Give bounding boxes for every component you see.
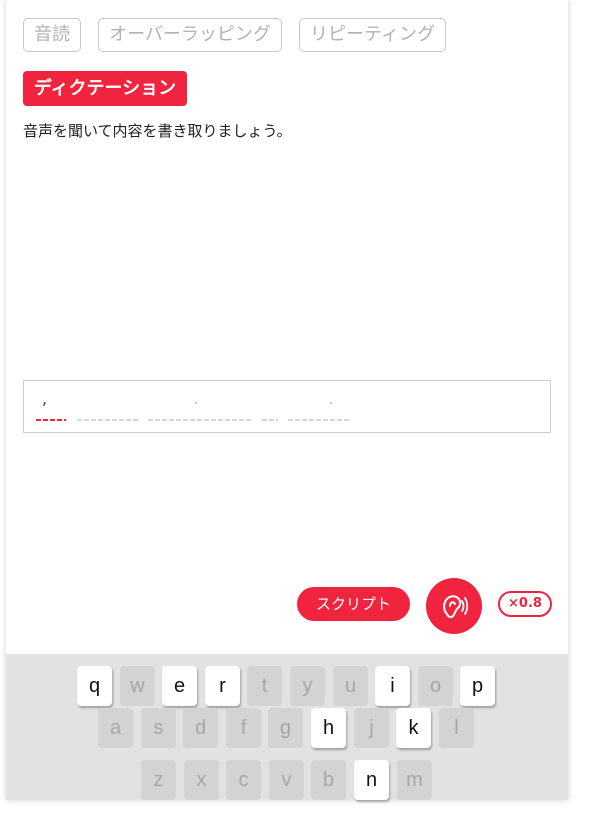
key-m[interactable]: m (397, 760, 432, 800)
key-s[interactable]: s (141, 708, 176, 748)
key-y[interactable]: y (290, 666, 325, 706)
key-t[interactable]: t (247, 666, 282, 706)
key-c[interactable]: c (226, 760, 261, 800)
key-e[interactable]: e (162, 666, 197, 706)
dictation-badge: ディクテーション (23, 71, 187, 106)
listen-button[interactable] (426, 578, 482, 634)
answer-dot (330, 402, 332, 404)
word-blank[interactable] (148, 419, 252, 421)
key-x[interactable]: x (184, 760, 219, 800)
key-n[interactable]: n (354, 760, 389, 800)
key-b[interactable]: b (311, 760, 346, 800)
word-blank[interactable] (262, 419, 278, 421)
tab-repeating[interactable]: リピーティング (299, 18, 446, 52)
tab-overlapping[interactable]: オーバーラッピング (98, 18, 282, 52)
key-i[interactable]: i (375, 666, 410, 706)
key-p[interactable]: p (460, 666, 495, 706)
dictation-card: 音読 オーバーラッピング リピーティング ディクテーション 音声を聞いて内容を書… (6, 0, 568, 800)
key-r[interactable]: r (205, 666, 240, 706)
answer-input[interactable]: , (23, 380, 551, 433)
key-d[interactable]: d (183, 708, 218, 748)
instruction-text: 音声を聞いて内容を書き取りましょう。 (23, 122, 292, 140)
answer-dot (195, 402, 197, 404)
ear-listen-icon (443, 595, 469, 619)
key-f[interactable]: f (226, 708, 261, 748)
answer-comma: , (42, 389, 48, 408)
key-g[interactable]: g (268, 708, 303, 748)
key-j[interactable]: j (354, 708, 389, 748)
key-z[interactable]: z (141, 760, 176, 800)
speed-toggle[interactable]: ×0.8 (498, 591, 552, 617)
tab-ondoku[interactable]: 音読 (23, 18, 81, 52)
key-w[interactable]: w (120, 666, 155, 706)
script-button[interactable]: スクリプト (297, 587, 410, 621)
key-o[interactable]: o (418, 666, 453, 706)
word-blank-active[interactable] (36, 419, 66, 421)
key-h[interactable]: h (311, 708, 346, 748)
word-blank[interactable] (77, 419, 139, 421)
key-k[interactable]: k (396, 708, 431, 748)
key-a[interactable]: a (98, 708, 133, 748)
key-v[interactable]: v (269, 760, 304, 800)
key-q[interactable]: q (77, 666, 112, 706)
word-blank[interactable] (288, 419, 350, 421)
letter-keyboard: qwertyuiop asdfghjkl zxcvbnm (6, 654, 568, 800)
key-u[interactable]: u (333, 666, 368, 706)
key-l[interactable]: l (439, 708, 474, 748)
